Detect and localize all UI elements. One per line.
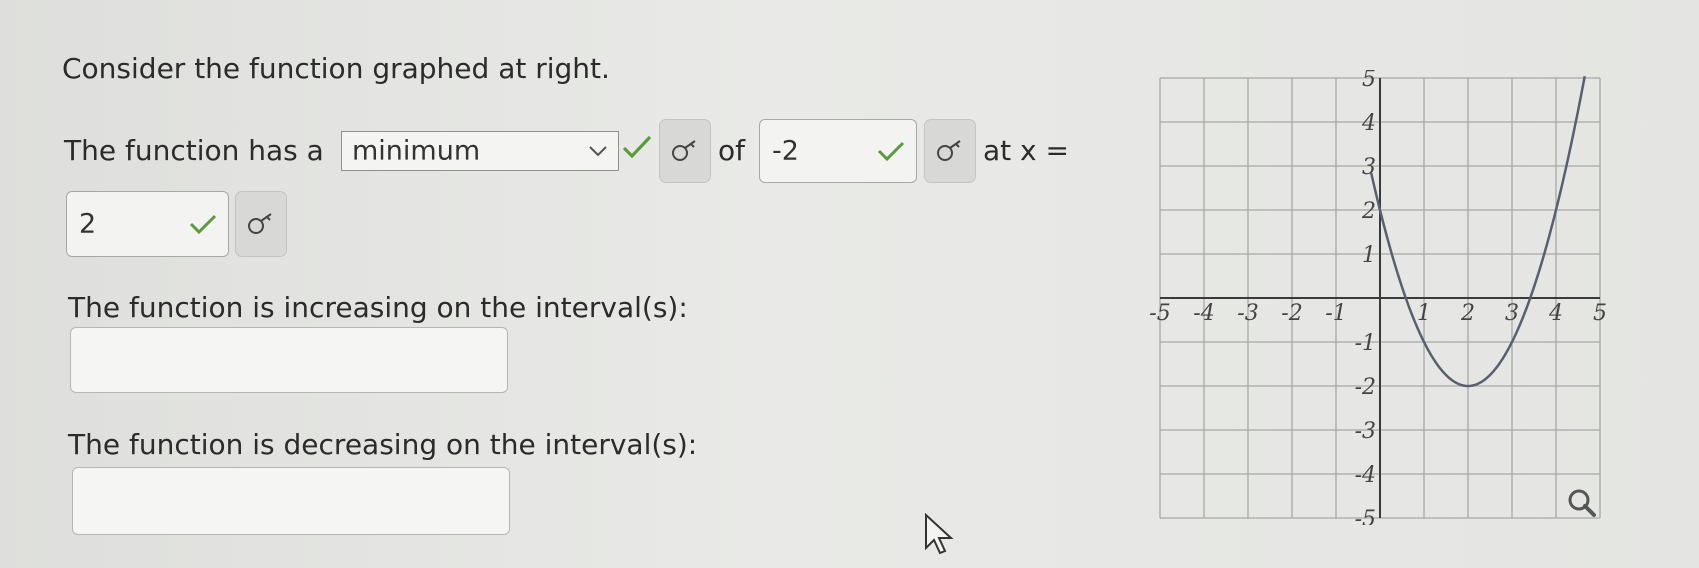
- increasing-label: The function is increasing on the interv…: [68, 291, 688, 324]
- question-prompt: Consider the function graphed at right.: [62, 52, 610, 85]
- y-tick-label: -3: [1355, 419, 1376, 444]
- keyboard-toggle-button[interactable]: [659, 119, 711, 183]
- keyboard-toggle-button[interactable]: [235, 191, 287, 257]
- key-icon: [672, 140, 696, 161]
- y-tick-label: -4: [1355, 463, 1376, 488]
- check-icon: [877, 141, 905, 162]
- y-tick-label: -2: [1355, 375, 1376, 400]
- zoom-icon[interactable]: [1568, 489, 1596, 517]
- extreme-type-selected: minimum: [352, 135, 481, 167]
- y-tick-label: -1: [1355, 331, 1376, 356]
- keyboard-toggle-button[interactable]: [924, 119, 976, 183]
- parabola-curve: [1369, 75, 1586, 388]
- chevron-down-icon: [589, 146, 607, 157]
- x-tick-label: -4: [1193, 301, 1214, 326]
- x-tick-label: -1: [1325, 301, 1346, 326]
- check-icon: [189, 214, 217, 235]
- y-tick-label: 2: [1361, 199, 1376, 224]
- x-value-text: 2: [79, 208, 97, 240]
- decreasing-label: The function is decreasing on the interv…: [68, 428, 698, 461]
- x-tick-label: 5: [1593, 301, 1607, 326]
- x-tick-label: 4: [1548, 301, 1563, 326]
- y-tick-label: 4: [1361, 111, 1376, 136]
- x-tick-label: 2: [1460, 301, 1475, 326]
- decreasing-interval-input[interactable]: [72, 467, 510, 535]
- y-tick-label: 3: [1362, 155, 1376, 180]
- increasing-interval-input[interactable]: [70, 327, 508, 393]
- function-graph: -5 -4 -3 -2 -1 1 2 3 4 5 5 4 3 2 1 -1 -2 -3 -4 -5: [1150, 70, 1607, 525]
- x-tick-label: -3: [1237, 301, 1258, 326]
- mouse-pointer-icon: [925, 512, 954, 555]
- at-x-equals-label: at x =: [983, 134, 1069, 167]
- y-tick-label: -5: [1355, 507, 1376, 525]
- check-icon: [622, 135, 652, 159]
- key-icon: [937, 140, 961, 161]
- x-tick-label: 1: [1417, 301, 1431, 326]
- extreme-value-text: -2: [772, 135, 799, 167]
- extreme-type-select[interactable]: minimum: [341, 131, 619, 171]
- x-tick-label: -2: [1281, 301, 1302, 326]
- x-tick-label: 3: [1505, 301, 1519, 326]
- function-has-label: The function has a: [64, 134, 324, 167]
- y-tick-label: 5: [1362, 70, 1376, 92]
- key-icon: [248, 213, 272, 234]
- of-label: of: [718, 134, 745, 167]
- extreme-value-field[interactable]: -2: [759, 119, 917, 183]
- x-value-field[interactable]: 2: [66, 191, 229, 257]
- y-tick-label: 1: [1362, 243, 1376, 268]
- x-tick-label: -5: [1150, 301, 1171, 326]
